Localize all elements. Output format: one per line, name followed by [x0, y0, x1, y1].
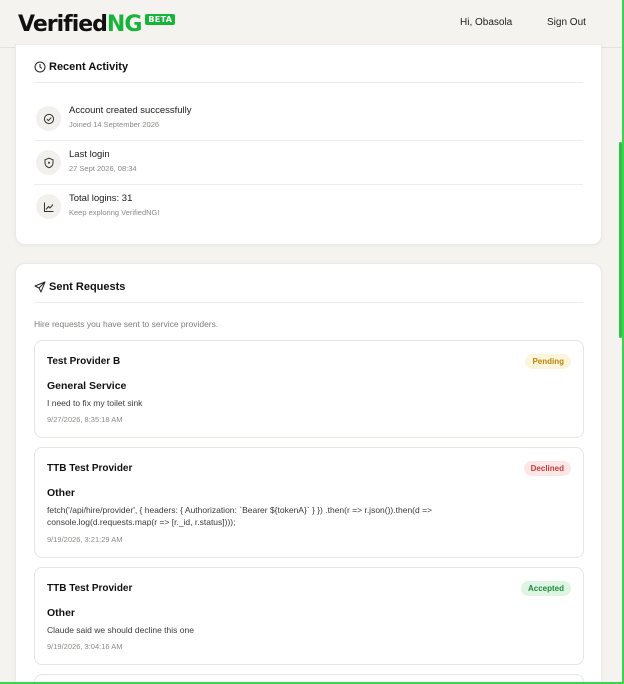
request-time: 9/27/2026, 8:35:18 AM	[47, 415, 123, 424]
clock-icon	[34, 61, 46, 73]
status-badge: Pending	[525, 354, 571, 369]
status-badge: Declined	[523, 461, 571, 476]
beta-badge: BETA	[145, 14, 176, 25]
divider	[34, 82, 583, 83]
request-message: fetch('/api/hire/provider', { headers: {…	[47, 505, 433, 527]
sent-requests-label: Sent Requests	[49, 281, 126, 293]
check-circle-icon	[36, 106, 61, 131]
divider	[34, 302, 583, 303]
activity-sub: Keep exploring VerifiedNG!	[69, 208, 160, 217]
activity-main: Account created successfully	[69, 105, 192, 116]
send-icon	[34, 281, 46, 293]
chart-line-icon	[36, 194, 61, 219]
request-category: Other	[47, 487, 76, 499]
user-greeting: Hi, Obasola	[460, 17, 513, 28]
top-nav: Verified NG BETA Hi, Obasola Sign Out	[0, 0, 622, 48]
sent-requests-card: Sent Requests Hire requests you have sen…	[15, 263, 602, 684]
status-badge: Accepted	[520, 581, 571, 596]
request-category: Other	[47, 607, 76, 619]
request-message: Claude said we should decline this one	[47, 625, 194, 635]
request-card[interactable]: TTB Test Provider Declined Other fetch('…	[34, 447, 584, 558]
logo[interactable]: Verified NG BETA	[18, 12, 176, 37]
activity-item: Last login 27 Sept 2026, 08:34	[34, 144, 585, 188]
request-card[interactable]: Test Provider B Pending General Service …	[34, 340, 584, 438]
sent-requests-title: Sent Requests	[34, 281, 125, 293]
request-time: 9/19/2026, 3:21:29 AM	[47, 535, 123, 544]
request-provider: Test Provider B	[47, 356, 121, 367]
activity-main: Last login	[69, 149, 110, 160]
recent-activity-card: Recent Activity Account created successf…	[15, 44, 602, 245]
recent-activity-title: Recent Activity	[34, 61, 128, 73]
shield-icon	[36, 150, 61, 175]
request-card[interactable]: TTB Test Provider Accepted Other Claude …	[34, 567, 584, 665]
activity-item: Account created successfully Joined 14 S…	[34, 100, 585, 144]
request-provider: TTB Test Provider	[47, 463, 133, 474]
activity-item: Total logins: 31 Keep exploring Verified…	[34, 188, 585, 232]
recent-activity-label: Recent Activity	[49, 61, 129, 73]
activity-sub: 27 Sept 2026, 08:34	[69, 164, 137, 173]
activity-main: Total logins: 31	[69, 193, 133, 204]
request-time: 9/19/2026, 3:04:16 AM	[47, 642, 123, 651]
sign-out-button[interactable]: Sign Out	[547, 17, 586, 28]
divider	[34, 184, 583, 185]
logo-accent: NG	[106, 12, 142, 37]
divider	[34, 140, 583, 141]
activity-sub: Joined 14 September 2026	[69, 120, 160, 129]
request-message: I need to fix my toilet sink	[47, 398, 143, 408]
logo-main: Verified	[18, 12, 108, 37]
request-provider: TTB Test Provider	[47, 583, 133, 594]
sent-requests-subtitle: Hire requests you have sent to service p…	[34, 319, 219, 329]
request-category: General Service	[47, 380, 127, 392]
